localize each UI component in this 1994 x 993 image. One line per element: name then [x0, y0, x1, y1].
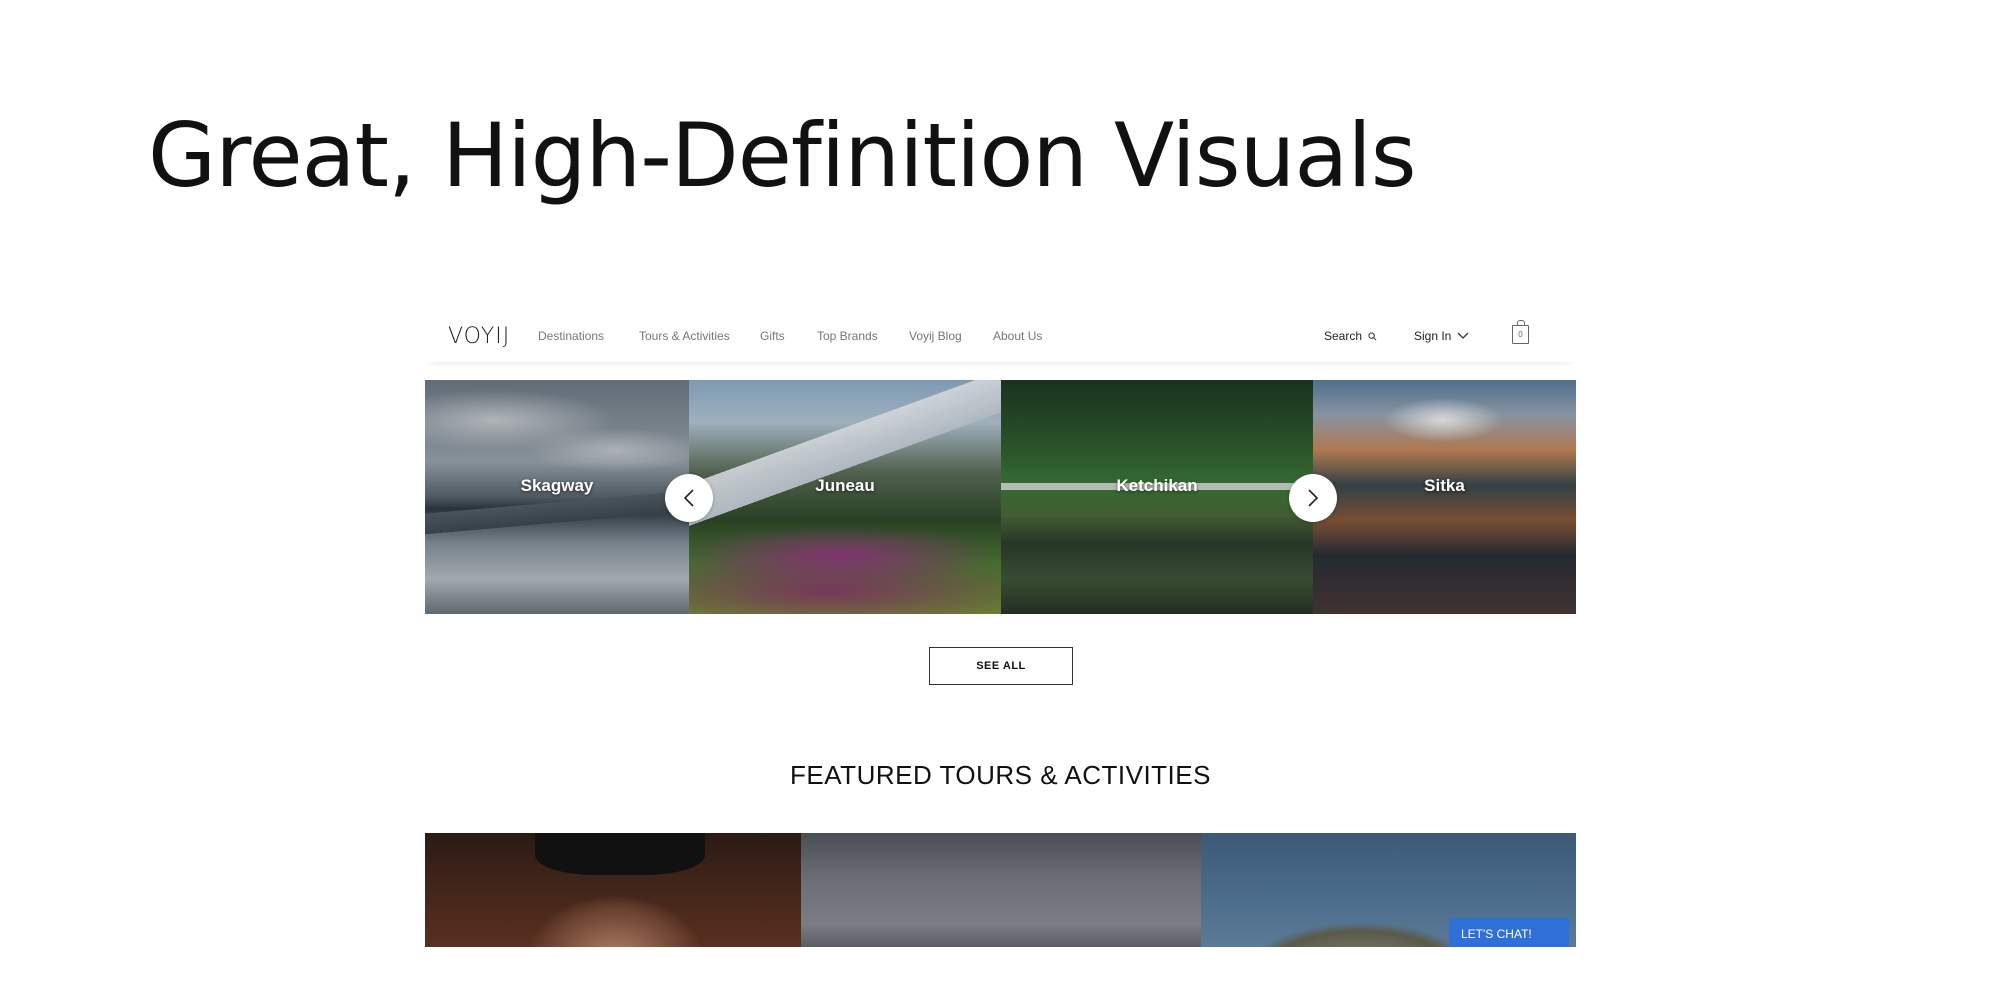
website-screenshot: VOYIJ Destinations Tours & Activities Gi… [425, 310, 1576, 947]
see-all-button[interactable]: SEE ALL [929, 647, 1073, 685]
carousel-prev-button[interactable] [665, 474, 713, 522]
card-image [535, 833, 705, 875]
voyij-logo[interactable]: VOYIJ [448, 324, 510, 349]
nav-gifts[interactable]: Gifts [760, 329, 785, 343]
destination-tile-sitka[interactable]: Sitka [1313, 380, 1576, 614]
featured-card-1[interactable] [425, 833, 801, 947]
chevron-down-icon [1457, 332, 1469, 339]
nav-destinations[interactable]: Destinations [538, 329, 604, 343]
search-icon [1368, 331, 1377, 340]
tile-overlay [1001, 380, 1313, 614]
destination-label: Sitka [1424, 476, 1465, 495]
nav-about-us[interactable]: About Us [993, 329, 1042, 343]
featured-section-title: FEATURED TOURS & ACTIVITIES [790, 760, 1211, 790]
destination-tile-skagway[interactable]: Skagway [425, 380, 689, 614]
destination-label: Skagway [520, 476, 594, 495]
nav-top-brands[interactable]: Top Brands [817, 329, 878, 343]
tile-overlay [1313, 380, 1576, 614]
destination-tile-juneau[interactable]: Juneau [689, 380, 1001, 614]
search-button[interactable]: Search [1324, 329, 1377, 343]
chevron-right-icon [1308, 489, 1319, 507]
site-header: VOYIJ Destinations Tours & Activities Gi… [425, 310, 1576, 362]
destination-label: Ketchikan [1116, 476, 1198, 495]
carousel-next-button[interactable] [1289, 474, 1337, 522]
destination-tile-ketchikan[interactable]: Ketchikan [1001, 380, 1313, 614]
slide-title: Great, High-Definition Visuals [148, 104, 1417, 207]
chat-button[interactable]: LET'S CHAT! [1449, 918, 1569, 947]
tile-overlay [689, 380, 1001, 614]
nav-voyij-blog[interactable]: Voyij Blog [909, 329, 962, 343]
destinations-carousel: Skagway Juneau Ketchikan Sitka [425, 380, 1576, 614]
cart-button[interactable]: 0 [1512, 320, 1529, 344]
destination-label: Juneau [815, 476, 875, 495]
chevron-left-icon [683, 489, 694, 507]
tile-overlay [425, 380, 689, 614]
sign-in-label: Sign In [1414, 329, 1452, 343]
search-label: Search [1324, 329, 1363, 343]
sign-in-menu[interactable]: Sign In [1414, 329, 1469, 343]
cart-count: 0 [1518, 330, 1523, 339]
featured-card-2[interactable] [801, 833, 1201, 947]
nav-tours-activities[interactable]: Tours & Activities [639, 329, 730, 343]
